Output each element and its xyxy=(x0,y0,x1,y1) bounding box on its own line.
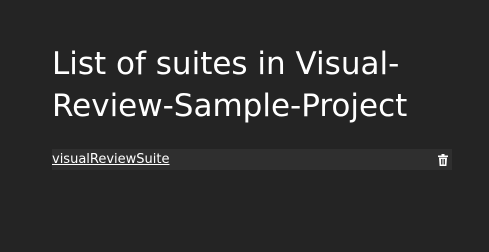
suite-list: visualReviewSuite xyxy=(52,149,452,170)
page-title: List of suites in Visual-Review-Sample-P… xyxy=(52,46,408,124)
suite-link[interactable]: visualReviewSuite xyxy=(52,149,169,170)
suite-row: visualReviewSuite xyxy=(52,149,452,170)
delete-suite-button[interactable] xyxy=(436,152,450,167)
trash-icon xyxy=(438,153,448,166)
suite-list-page: List of suites in Visual-Review-Sample-P… xyxy=(0,0,489,252)
